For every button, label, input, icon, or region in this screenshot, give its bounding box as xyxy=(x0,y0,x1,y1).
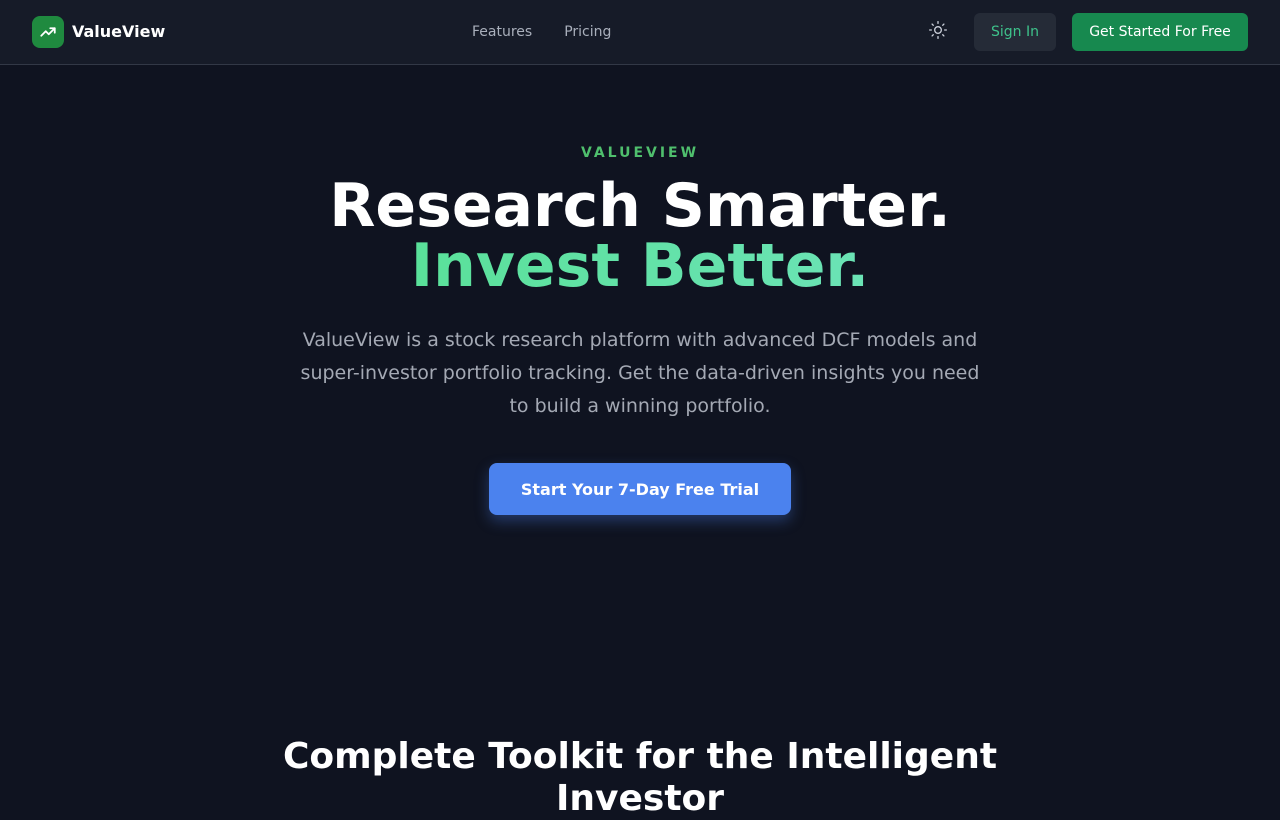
headline-line-2: Invest Better. xyxy=(0,236,1280,296)
sun-icon xyxy=(928,20,948,44)
hero-eyebrow: VALUEVIEW xyxy=(580,145,700,161)
trending-up-icon xyxy=(32,16,64,48)
brand-name: ValueView xyxy=(72,22,166,41)
hero-description: ValueView is a stock research platform w… xyxy=(300,329,980,417)
nav-link-features[interactable]: Features xyxy=(472,24,532,40)
brand-logo[interactable]: ValueView xyxy=(32,16,165,48)
get-started-button[interactable]: Get Started For Free xyxy=(1072,13,1248,51)
nav-link-pricing[interactable]: Pricing xyxy=(564,24,611,40)
theme-toggle-button[interactable] xyxy=(922,16,954,48)
main-nav: Features Pricing xyxy=(472,0,611,64)
hero-headline: Research Smarter. Invest Better. xyxy=(0,176,1280,296)
sign-in-button[interactable]: Sign In xyxy=(974,13,1056,51)
free-trial-button[interactable]: Start Your 7-Day Free Trial xyxy=(489,463,791,515)
features-title: Complete Toolkit for the Intelligent Inv… xyxy=(282,736,998,819)
headline-line-1: Research Smarter. xyxy=(329,171,951,241)
navbar: ValueView Features Pricing Sign In Get S… xyxy=(0,0,1280,65)
